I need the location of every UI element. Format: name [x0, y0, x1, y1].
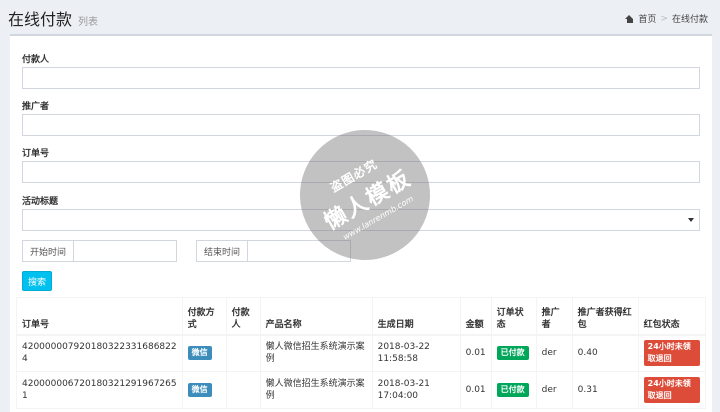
promoter-input[interactable] [22, 114, 700, 136]
start-time-input[interactable] [74, 240, 177, 262]
cell-bonus-status: 24小时未领取退回 [637, 334, 707, 372]
breadcrumb: 首页 > 在线付款 [625, 12, 708, 25]
col-bonus: 推广者获得红包 [571, 297, 639, 336]
breadcrumb-home[interactable]: 首页 [638, 12, 656, 25]
table-row: 420000007920180322331686822 4 微信 懒人微信招生系… [16, 334, 707, 372]
promoter-label: 推广者 [22, 102, 50, 112]
order-label: 订单号 [22, 149, 50, 159]
cell-promoter: der [535, 371, 573, 409]
cell-pay-method: 微信 [181, 371, 227, 409]
chevron-down-icon [688, 218, 694, 222]
order-input[interactable] [22, 161, 700, 183]
page-header: 在线付款 列表 首页 > 在线付款 [0, 0, 720, 34]
payer-label: 付款人 [22, 55, 50, 65]
cell-payer [225, 334, 261, 372]
cell-amount: 0.01 [459, 371, 492, 409]
col-amount: 金额 [459, 297, 492, 336]
col-bonus-status: 红包状态 [637, 297, 707, 336]
status-badge: 已付款 [496, 346, 529, 361]
table-header-row: 订单号 付款方式 付款人 产品名称 生成日期 金额 订单状态 推广者 推广者获得… [16, 297, 707, 336]
orders-table: 订单号 付款方式 付款人 产品名称 生成日期 金额 订单状态 推广者 推广者获得… [16, 297, 707, 409]
home-icon[interactable] [625, 14, 634, 23]
end-time-input[interactable] [248, 240, 351, 262]
bonus-status-badge: 24小时未领取退回 [643, 340, 700, 367]
col-promoter: 推广者 [535, 297, 573, 336]
col-status: 订单状态 [490, 297, 537, 336]
col-pay-method: 付款方式 [181, 297, 227, 336]
search-button[interactable]: 搜索 [22, 271, 52, 291]
cell-promoter: der [535, 334, 573, 372]
cell-order: 420000007920180322331686822 4 [16, 334, 183, 372]
table-row: 420000006720180321291967265 1 微信 懒人微信招生系… [16, 371, 707, 409]
activity-label: 活动标题 [22, 197, 59, 207]
cell-amount: 0.01 [459, 334, 492, 372]
cell-date: 2018-03-22 11:58:58 [371, 334, 461, 372]
breadcrumb-current: 在线付款 [671, 15, 708, 25]
cell-payer [225, 371, 261, 409]
col-date: 生成日期 [371, 297, 461, 336]
wechat-badge: 微信 [187, 383, 212, 397]
cell-date: 2018-03-21 17:04:00 [371, 371, 461, 409]
cell-pay-method: 微信 [181, 334, 227, 372]
bonus-status-badge: 24小时未领取退回 [643, 377, 700, 403]
page-subtitle: 列表 [78, 17, 98, 28]
end-time-addon: 结束时间 [196, 240, 248, 262]
cell-bonus: 0.31 [571, 371, 639, 409]
col-payer: 付款人 [225, 297, 261, 336]
status-badge: 已付款 [496, 383, 529, 397]
breadcrumb-separator: > [660, 13, 668, 24]
cell-bonus-status: 24小时未领取退回 [637, 371, 707, 409]
cell-status: 已付款 [490, 371, 537, 409]
col-order: 订单号 [16, 297, 183, 336]
cell-status: 已付款 [490, 334, 537, 372]
wechat-badge: 微信 [187, 346, 212, 361]
search-box: 付款人 推广者 订单号 活动标题 开始时间 结束时间 搜索 订单号 付款方式 付… [10, 34, 712, 412]
payer-input[interactable] [22, 67, 700, 89]
cell-product: 懒人微信招生系统演示案例 [259, 371, 373, 409]
cell-bonus: 0.40 [571, 334, 639, 372]
activity-select[interactable] [22, 209, 700, 231]
page-title: 在线付款 [8, 10, 73, 29]
start-time-addon: 开始时间 [22, 240, 74, 262]
col-product: 产品名称 [259, 297, 373, 336]
cell-order: 420000006720180321291967265 1 [16, 371, 183, 409]
cell-product: 懒人微信招生系统演示案例 [259, 334, 373, 372]
